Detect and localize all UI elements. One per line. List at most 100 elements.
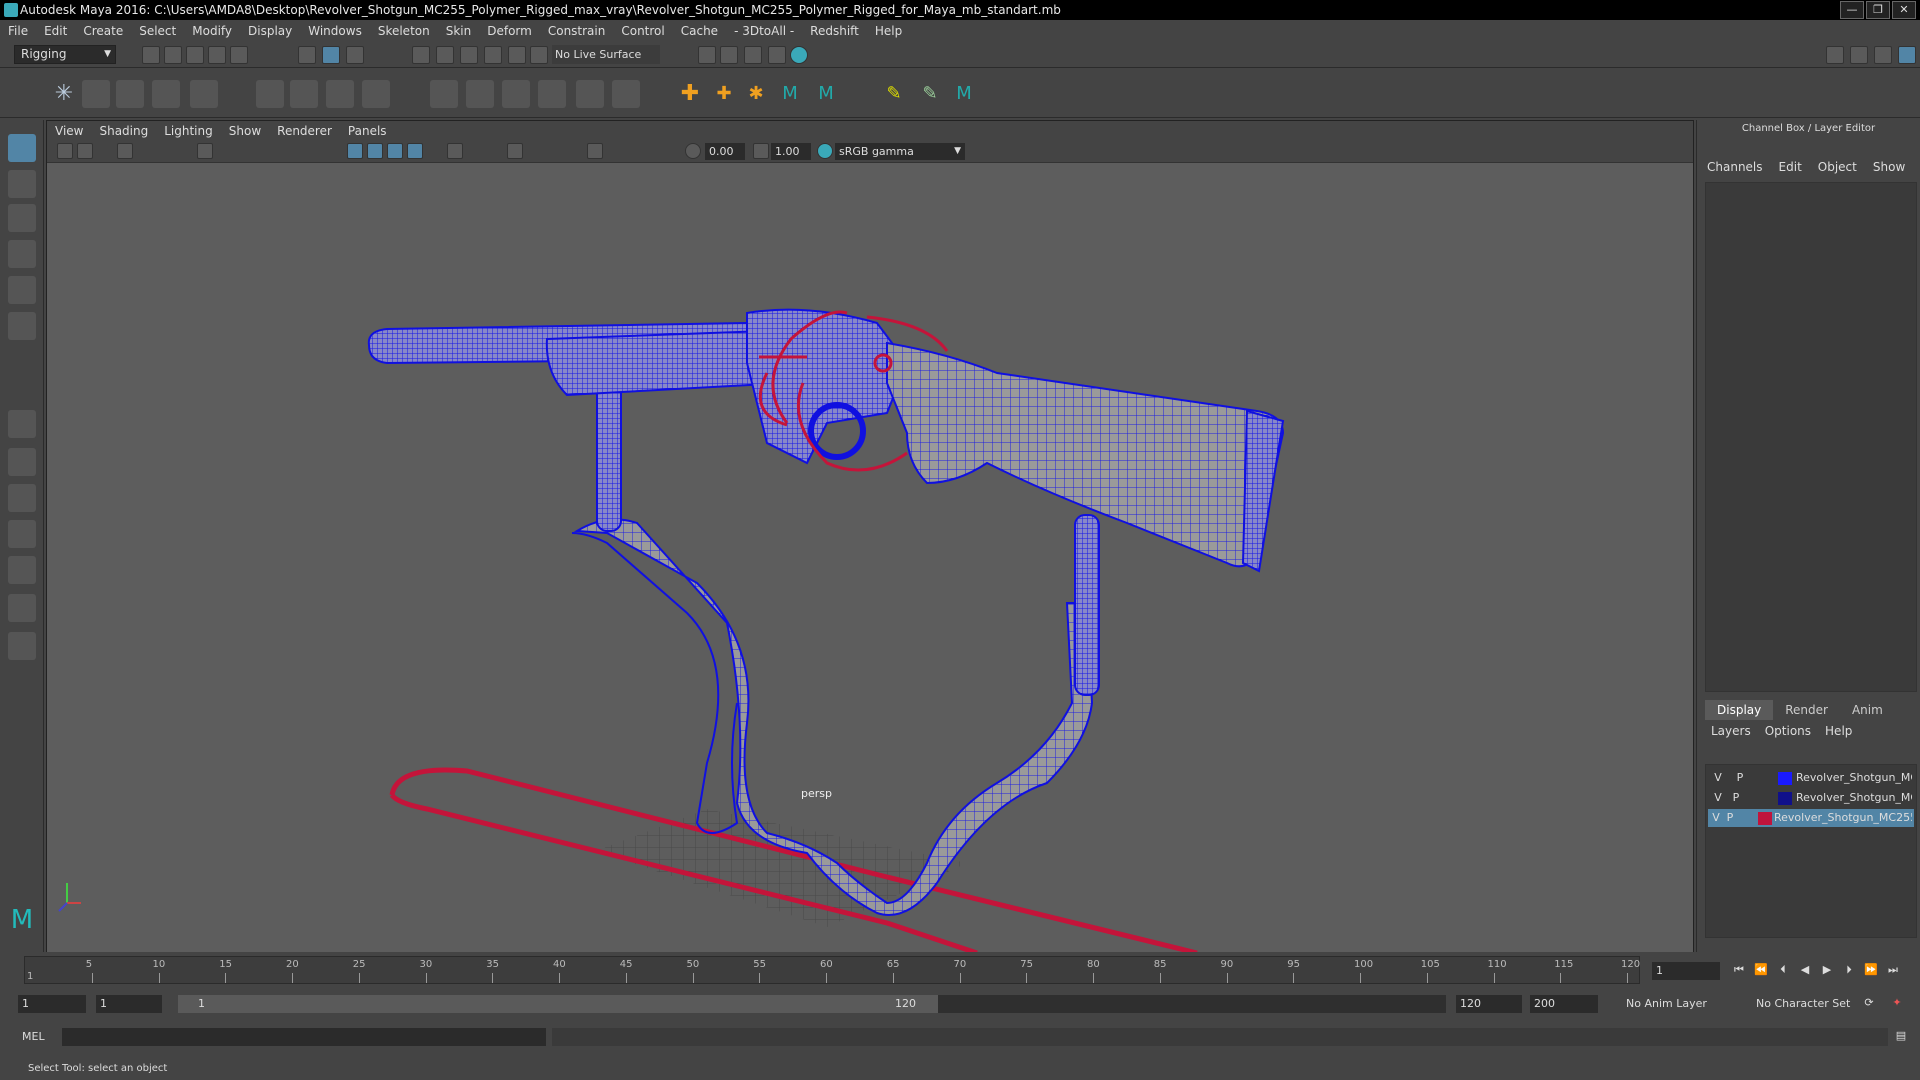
cb-menu-channels[interactable]: Channels	[1707, 160, 1763, 174]
gamma-field[interactable]: 1.00	[771, 143, 811, 160]
auto-key-icon[interactable]: ⟳	[1862, 995, 1876, 1011]
cluster-icon[interactable]	[362, 80, 390, 108]
select-hierarchy-icon[interactable]	[298, 46, 316, 64]
orient-constraint-icon[interactable]	[502, 80, 530, 108]
panel-menu-view[interactable]: View	[55, 124, 83, 138]
mirror-joint-icon[interactable]	[152, 80, 180, 108]
paint-weights-icon[interactable]	[290, 80, 318, 108]
panel-menu-show[interactable]: Show	[229, 124, 261, 138]
gamma-icon[interactable]	[753, 143, 769, 159]
snap-surface-icon[interactable]	[508, 46, 526, 64]
parent-constraint-icon[interactable]	[430, 80, 458, 108]
layer-row-selected[interactable]: V P Revolver_Shotgun_MC255_	[1708, 809, 1914, 827]
snap-grid-icon[interactable]	[412, 46, 430, 64]
color-management-icon[interactable]	[817, 143, 833, 159]
hik-control-icon[interactable]: M	[812, 80, 840, 108]
shadows-icon[interactable]	[447, 143, 463, 159]
play-backwards-icon[interactable]: ◀	[1798, 962, 1812, 978]
range-bar[interactable]: 1 120	[178, 995, 1446, 1013]
orient-joint-icon[interactable]	[190, 80, 218, 108]
tab-anim[interactable]: Anim	[1840, 700, 1895, 720]
menu-set-select[interactable]: Rigging ▼	[14, 45, 116, 64]
go-to-start-icon[interactable]: ⏮	[1732, 962, 1746, 978]
animation-end-field[interactable]: 200	[1530, 995, 1598, 1013]
paint-select-tool-icon[interactable]	[8, 204, 36, 232]
tool-settings-icon[interactable]	[1874, 46, 1892, 64]
layer-menu-help[interactable]: Help	[1825, 724, 1852, 738]
layer-playback-toggle[interactable]: P	[1734, 769, 1746, 787]
hypershade-icon[interactable]	[790, 46, 808, 64]
menu-windows[interactable]: Windows	[308, 24, 362, 38]
select-object-icon[interactable]	[322, 46, 340, 64]
range-handle[interactable]: 1 120	[178, 995, 938, 1013]
key-icon[interactable]: ✚	[710, 80, 738, 108]
ipr-render-icon[interactable]	[768, 46, 786, 64]
snap-point-icon[interactable]	[460, 46, 478, 64]
render-view-icon[interactable]	[720, 46, 738, 64]
layer-color-swatch[interactable]	[1778, 772, 1792, 785]
menu-create[interactable]: Create	[83, 24, 123, 38]
panel-menu-panels[interactable]: Panels	[348, 124, 387, 138]
step-back-frame-icon[interactable]: ⏴	[1776, 962, 1790, 978]
set-driven-key-icon[interactable]: ✱	[742, 80, 770, 108]
time-ruler[interactable]: 1 5 10 15 20 25 30 35 40 45 50 55 60 65 70 75 80 85 90 95 10…	[24, 956, 1640, 984]
layer-playback-toggle[interactable]: P	[1730, 789, 1742, 807]
open-scene-icon[interactable]	[164, 46, 182, 64]
channel-box-toggle-icon[interactable]	[1898, 46, 1916, 64]
smooth-shade-icon[interactable]	[347, 143, 363, 159]
hik-character-icon[interactable]: M	[950, 80, 978, 108]
3d-viewport[interactable]: persp	[47, 163, 1693, 953]
attribute-editor-icon[interactable]	[1850, 46, 1868, 64]
graph-editor-layout-icon[interactable]	[8, 556, 36, 584]
script-language-label[interactable]: MEL	[22, 1028, 45, 1046]
menu-file[interactable]: File	[8, 24, 28, 38]
menu-edit[interactable]: Edit	[44, 24, 67, 38]
step-forward-frame-icon[interactable]: ⏵	[1842, 962, 1856, 978]
close-button[interactable]: ✕	[1892, 1, 1916, 19]
menu-skeleton[interactable]: Skeleton	[378, 24, 430, 38]
layer-color-swatch[interactable]	[1778, 792, 1792, 805]
layer-color-swatch[interactable]	[1758, 812, 1772, 825]
xray-icon[interactable]	[587, 143, 603, 159]
menu-deform[interactable]: Deform	[487, 24, 532, 38]
menu-modify[interactable]: Modify	[192, 24, 232, 38]
snap-curve-icon[interactable]	[436, 46, 454, 64]
snap-view-plane-icon[interactable]	[484, 46, 502, 64]
exposure-field[interactable]: 0.00	[705, 143, 745, 160]
single-perspective-layout-icon[interactable]	[8, 410, 36, 438]
layer-visibility-toggle[interactable]: V	[1712, 789, 1724, 807]
layer-menu-layers[interactable]: Layers	[1711, 724, 1751, 738]
scale-tool-icon[interactable]	[8, 312, 36, 340]
playback-start-field[interactable]: 1	[96, 995, 162, 1013]
exposure-icon[interactable]	[685, 143, 701, 159]
lasso-tool-icon[interactable]	[8, 170, 36, 198]
animation-start-field[interactable]: 1	[18, 995, 86, 1013]
menu-control[interactable]: Control	[621, 24, 664, 38]
save-scene-icon[interactable]	[186, 46, 204, 64]
go-to-end-icon[interactable]: ⏭	[1886, 962, 1900, 978]
wireframe-icon[interactable]	[197, 143, 213, 159]
panel-menu-lighting[interactable]: Lighting	[164, 124, 213, 138]
menu-display[interactable]: Display	[248, 24, 292, 38]
cb-menu-edit[interactable]: Edit	[1779, 160, 1802, 174]
camera-select-icon[interactable]	[57, 143, 73, 159]
menu-help[interactable]: Help	[875, 24, 902, 38]
command-input[interactable]	[62, 1028, 546, 1046]
cb-menu-object[interactable]: Object	[1818, 160, 1857, 174]
menu-constrain[interactable]: Constrain	[548, 24, 606, 38]
lattice-icon[interactable]	[326, 80, 354, 108]
point-constraint-icon[interactable]	[466, 80, 494, 108]
isolate-select-icon[interactable]	[507, 143, 523, 159]
tab-render[interactable]: Render	[1773, 700, 1840, 720]
locator-icon[interactable]: ✚	[676, 80, 704, 108]
rotate-tool-icon[interactable]	[8, 276, 36, 304]
hik-icon[interactable]: M	[776, 80, 804, 108]
two-panes-layout-icon[interactable]	[8, 484, 36, 512]
anim-layer-select[interactable]: No Anim Layer	[1622, 995, 1726, 1013]
wireframe-on-shaded-icon[interactable]	[367, 143, 383, 159]
menu-skin[interactable]: Skin	[446, 24, 472, 38]
cb-menu-show[interactable]: Show	[1873, 160, 1905, 174]
step-forward-key-icon[interactable]: ⏩	[1864, 962, 1878, 978]
layer-menu-options[interactable]: Options	[1765, 724, 1811, 738]
ik-handle-icon[interactable]	[82, 80, 110, 108]
